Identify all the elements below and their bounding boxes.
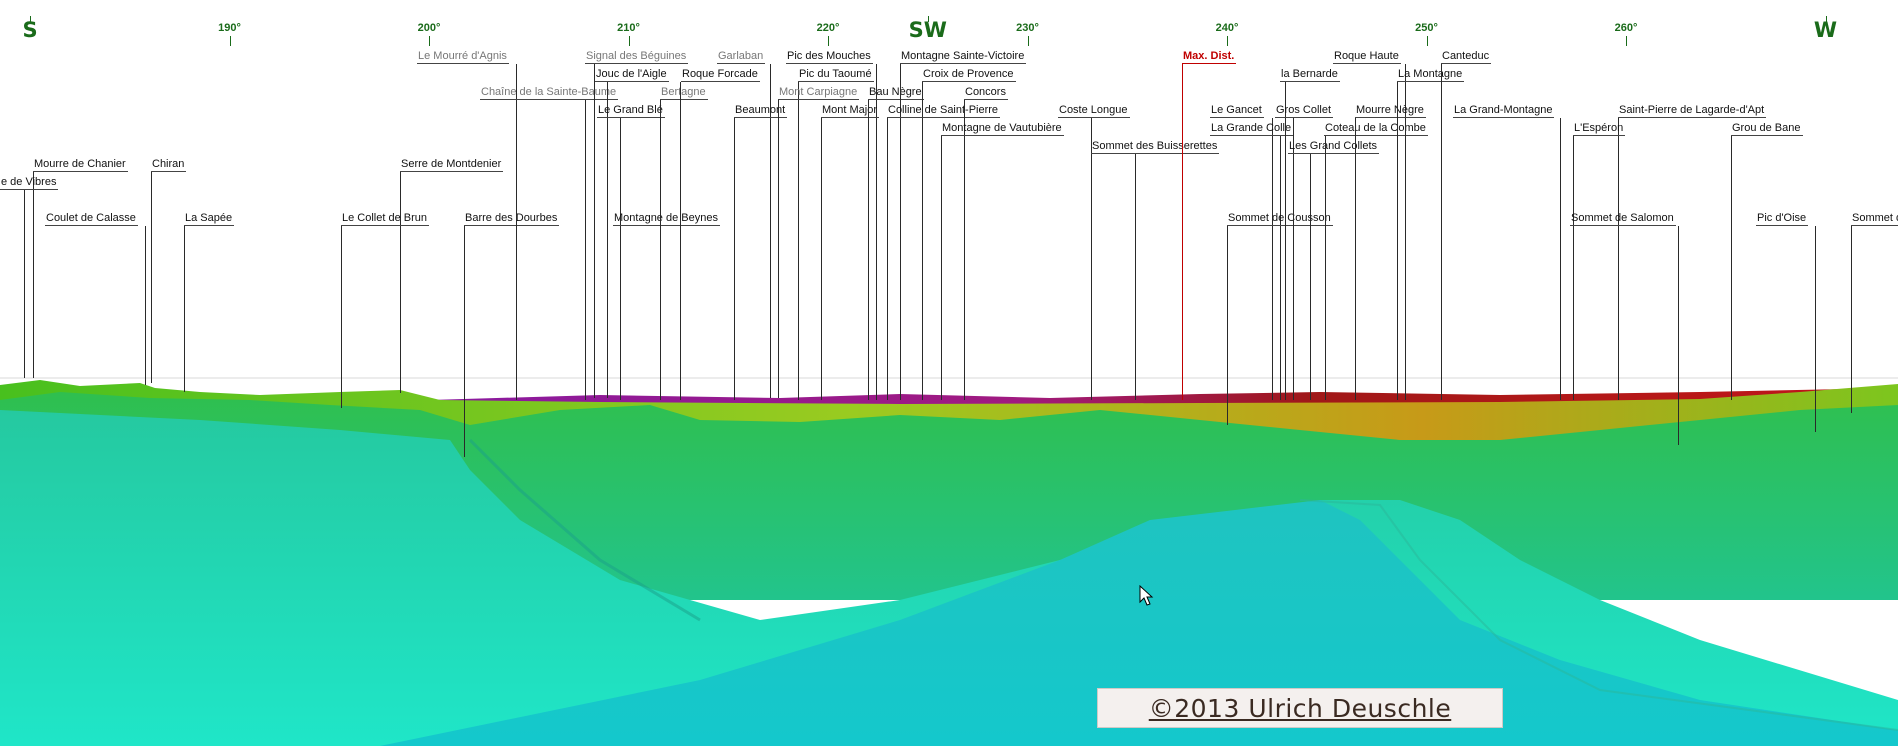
peak-leader-line <box>680 82 681 400</box>
peak-label-mourre-negre[interactable]: Mourre Nègre <box>1355 104 1426 118</box>
peak-leader-line <box>778 100 779 398</box>
peak-label-grou-de-bane[interactable]: Grou de Bane <box>1731 122 1803 136</box>
peak-leader-line <box>1091 118 1092 400</box>
peak-leader-line <box>400 172 401 393</box>
peak-label-mourre-de-chanier[interactable]: Mourre de Chanier <box>33 158 128 172</box>
peak-leader-line <box>516 64 517 400</box>
peak-label-mont-carpiagne[interactable]: Mont Carpiagne <box>778 86 860 100</box>
peak-label-canteduc[interactable]: Canteduc <box>1441 50 1492 64</box>
peak-labels-layer: Mourre de Chanier e de Vibres Chiran Coulet… <box>0 0 1898 746</box>
peak-leader-line <box>585 100 586 400</box>
peak-label-barre-des-dourbes[interactable]: Barre des Dourbes <box>464 212 560 226</box>
peak-label-bertagne[interactable]: Bertagne <box>660 86 708 100</box>
peak-label-vibres[interactable]: e de Vibres <box>0 176 59 190</box>
peak-leader-line <box>145 226 146 385</box>
panorama-view[interactable]: S SW W 190° 200° 210° 220° 230° 240° 250° 260° Mou… <box>0 0 1898 746</box>
peak-label-coulet-de-calasse[interactable]: Coulet de Calasse <box>45 212 138 226</box>
peak-leader-line <box>660 100 661 400</box>
peak-leader-line <box>151 172 152 383</box>
peak-label-chaine-de-la-sainte-baume[interactable]: Chaîne de la Sainte-Baume <box>480 86 619 100</box>
peak-label-pic-des-mouches[interactable]: Pic des Mouches <box>786 50 873 64</box>
peak-leader-line <box>24 190 25 378</box>
peak-label-beaumont[interactable]: Beaumont <box>734 104 788 118</box>
peak-leader-line <box>1285 82 1286 400</box>
peak-label-la-bernarde[interactable]: la Bernarde <box>1280 68 1340 82</box>
peak-label-pic-du-taoume[interactable]: Pic du Taoumé <box>798 68 874 82</box>
peak-label-garlaban[interactable]: Garlaban <box>717 50 766 64</box>
peak-leader-line <box>1355 118 1356 400</box>
peak-leader-line <box>1851 226 1852 413</box>
peak-label-max-dist[interactable]: Max. Dist. <box>1182 50 1237 64</box>
peak-label-le-collet-de-brun[interactable]: Le Collet de Brun <box>341 212 429 226</box>
peak-label-sommet-des-buisserettes[interactable]: Sommet des Buisserettes <box>1091 140 1220 154</box>
peak-label-signal-des-beguines[interactable]: Signal des Béguines <box>585 50 689 64</box>
peak-label-jouc-de-l-aigle[interactable]: Jouc de l'Aigle <box>595 68 669 82</box>
peak-leader-line <box>821 118 822 400</box>
peak-label-les-grand-collets[interactable]: Les Grand Collets <box>1288 140 1380 154</box>
peak-label-pic-d-oise[interactable]: Pic d'Oise <box>1756 212 1809 226</box>
peak-label-le-grand-ble[interactable]: Le Grand Blé <box>597 104 665 118</box>
peak-leader-line <box>798 82 799 400</box>
peak-label-concors[interactable]: Concors <box>964 86 1008 100</box>
peak-label-l-esperon[interactable]: L'Espéron <box>1573 122 1626 136</box>
peak-label-roque-forcade[interactable]: Roque Forcade <box>681 68 760 82</box>
peak-label-colline-de-saint-pierre[interactable]: Colline de Saint-Pierre <box>887 104 1001 118</box>
peak-leader-line <box>868 100 869 400</box>
peak-label-croix-de-provence[interactable]: Croix de Provence <box>922 68 1016 82</box>
peak-leader-line <box>33 172 34 378</box>
peak-leader-line <box>1280 136 1281 400</box>
peak-leader-line <box>1182 64 1183 400</box>
peak-leader-line <box>607 82 608 398</box>
peak-label-roque-haute[interactable]: Roque Haute <box>1333 50 1401 64</box>
peak-leader-line <box>1135 154 1136 400</box>
peak-leader-line <box>1441 64 1442 400</box>
copyright-text: ©2013 Ulrich Deuschle <box>1148 693 1452 723</box>
peak-label-montagne-de-vautubiere[interactable]: Montagne de Vautubière <box>941 122 1064 136</box>
peak-label-sommet-cut[interactable]: Sommet d <box>1851 212 1898 226</box>
peak-leader-line <box>1815 226 1816 432</box>
peak-label-mont-major[interactable]: Mont Major <box>821 104 880 118</box>
peak-leader-line <box>1325 136 1326 400</box>
peak-leader-line <box>734 118 735 400</box>
peak-label-chiran[interactable]: Chiran <box>151 158 187 172</box>
peak-label-le-gancet[interactable]: Le Gancet <box>1210 104 1264 118</box>
peak-leader-line <box>1573 136 1574 400</box>
peak-label-coste-longue[interactable]: Coste Longue <box>1058 104 1130 118</box>
peak-label-bau-negre[interactable]: Bau Nègre <box>868 86 924 100</box>
peak-label-saint-pierre-de-lagarde-d-apt[interactable]: Saint-Pierre de Lagarde-d'Apt <box>1618 104 1767 118</box>
peak-leader-line <box>1678 226 1679 445</box>
peak-leader-line <box>922 82 923 400</box>
copyright-watermark: ©2013 Ulrich Deuschle <box>1097 688 1503 728</box>
peak-leader-line <box>1731 136 1732 400</box>
peak-leader-line <box>594 64 595 398</box>
peak-leader-line <box>341 226 342 408</box>
peak-label-sommet-de-cousson[interactable]: Sommet de Cousson <box>1227 212 1333 226</box>
peak-leader-line <box>1310 154 1311 400</box>
peak-label-serre-de-montdenier[interactable]: Serre de Montdenier <box>400 158 504 172</box>
peak-label-coteau-de-la-combe[interactable]: Coteau de la Combe <box>1324 122 1428 136</box>
peak-leader-line <box>964 100 965 400</box>
peak-label-gros-collet[interactable]: Gros Collet <box>1275 104 1334 118</box>
peak-leader-line <box>1293 118 1294 400</box>
peak-leader-line <box>1618 118 1619 400</box>
peak-leader-line <box>620 226 621 400</box>
peak-label-montagne-sainte-victoire[interactable]: Montagne Sainte-Victoire <box>900 50 1027 64</box>
peak-leader-line <box>1272 118 1273 400</box>
mouse-pointer-icon <box>1139 585 1154 606</box>
peak-leader-line <box>184 226 185 392</box>
peak-label-sommet-de-salomon[interactable]: Sommet de Salomon <box>1570 212 1676 226</box>
peak-leader-line <box>887 118 888 400</box>
peak-leader-line <box>941 136 942 400</box>
peak-label-montagne-de-beynes[interactable]: Montagne de Beynes <box>613 212 720 226</box>
peak-leader-line <box>1397 82 1398 400</box>
peak-leader-line <box>464 226 465 457</box>
peak-leader-line <box>1227 226 1228 425</box>
peak-label-la-grand-montagne[interactable]: La Grand-Montagne <box>1453 104 1555 118</box>
peak-label-le-mourre-d-agnis[interactable]: Le Mourré d'Agnis <box>417 50 509 64</box>
peak-label-la-sapee[interactable]: La Sapée <box>184 212 235 226</box>
peak-label-la-grande-colle[interactable]: La Grande Colle <box>1210 122 1294 136</box>
peak-label-la-montagne[interactable]: La Montagne <box>1397 68 1465 82</box>
peak-leader-line <box>1560 118 1561 400</box>
